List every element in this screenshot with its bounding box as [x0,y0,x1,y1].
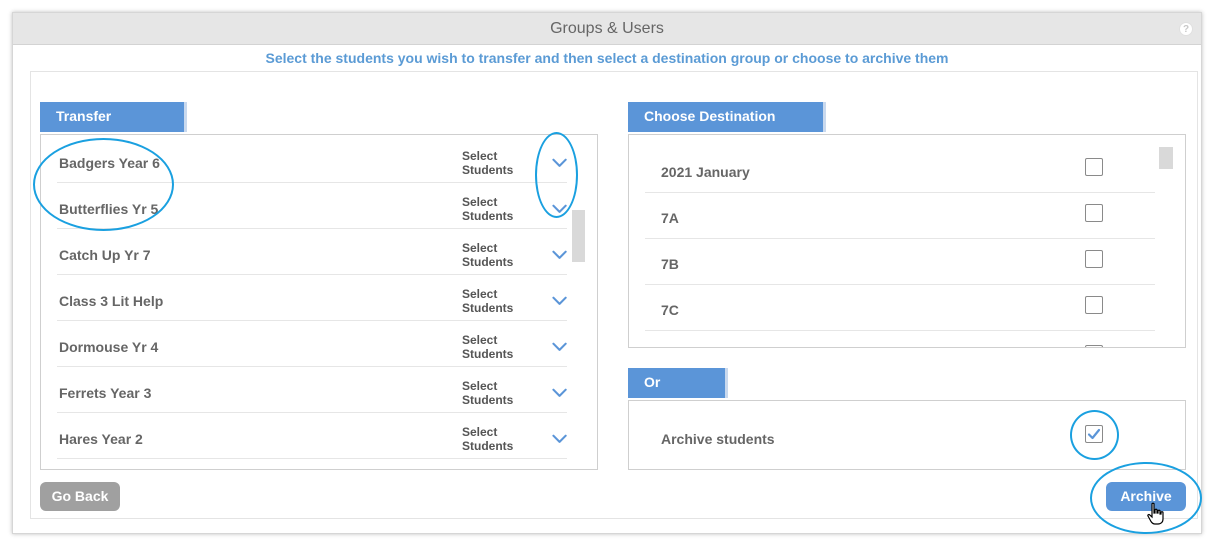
destination-group-checkbox[interactable] [1085,250,1103,268]
help-icon[interactable]: ? [1179,22,1193,36]
select-students-label: Select Students [462,425,514,453]
select-students-button[interactable]: Select Students [462,287,567,315]
window-title: Groups & Users [550,20,664,37]
destination-group-panel: 2021 January 7A 7B 7C [628,134,1186,348]
select-students-button[interactable]: Select Students [462,379,567,407]
destination-group-row: 7A [645,193,1155,239]
destination-group-checkbox[interactable] [1085,204,1103,222]
chevron-down-icon [552,158,567,167]
destination-checkbox-partial[interactable] [1085,345,1103,347]
destination-group-label: 7C [661,302,679,318]
select-students-label: Select Students [462,195,514,223]
chevron-down-icon [552,434,567,443]
destination-group-row: 7B [645,239,1155,285]
destination-group-label: 7A [661,210,679,226]
destination-group-label: 7B [661,256,679,272]
transfer-group-row: Catch Up Yr 7 Select Students [57,229,567,275]
transfer-students-panel: Badgers Year 6 Select Students Butterflies… [40,134,598,470]
transfer-group-label: Catch Up Yr 7 [59,247,151,263]
select-students-label: Select Students [462,149,514,177]
instruction-text: Select the students you wish to transfer… [265,50,949,66]
transfer-group-row: Badgers Year 6 Select Students [57,137,567,183]
transfer-students-header: Transfer Students [40,102,187,152]
transfer-group-label: Ferrets Year 3 [59,385,152,401]
chevron-down-icon [552,388,567,397]
select-students-button[interactable]: Select Students [462,333,567,361]
transfer-group-label: Butterflies Yr 5 [59,201,159,217]
select-students-label: Select Students [462,379,514,407]
transfer-scrollbar[interactable] [572,210,585,262]
destination-group-checkbox[interactable] [1085,296,1103,314]
transfer-group-row: Butterflies Yr 5 Select Students [57,183,567,229]
archive-panel: Archive students [628,400,1186,470]
go-back-button[interactable]: Go Back [40,482,120,511]
destination-group-row: 7C [645,285,1155,331]
hand-cursor-icon [1147,502,1164,525]
select-students-button[interactable]: Select Students [462,149,567,177]
select-students-button[interactable]: Select Students [462,241,567,269]
chevron-down-icon [552,342,567,351]
transfer-group-row: Class 3 Lit Help Select Students [57,275,567,321]
select-students-button[interactable]: Select Students [462,195,567,223]
chevron-down-icon [552,204,567,213]
destination-group-checkbox[interactable] [1085,158,1103,176]
select-students-label: Select Students [462,241,514,269]
destination-group-label: 2021 January [661,164,750,180]
archive-students-label: Archive students [661,431,775,447]
window-titlebar: Groups & Users ? [13,13,1201,45]
chevron-down-icon [552,296,567,305]
transfer-group-label: Badgers Year 6 [59,155,160,171]
select-students-label: Select Students [462,287,514,315]
select-students-button[interactable]: Select Students [462,425,567,453]
select-students-label: Select Students [462,333,514,361]
destination-group-header: Choose Destination Group [628,102,826,152]
transfer-group-row: Ferrets Year 3 Select Students [57,367,567,413]
transfer-group-label: Dormouse Yr 4 [59,339,159,355]
transfer-group-row: Hares Year 2 Select Students [57,413,567,459]
destination-group-row: 2021 January [645,147,1155,193]
archive-students-checkbox[interactable] [1085,425,1103,443]
destination-scrollbar[interactable] [1159,147,1173,169]
transfer-group-row: Dormouse Yr 4 Select Students [57,321,567,367]
checkmark-icon [1087,428,1101,440]
transfer-group-label: Hares Year 2 [59,431,143,447]
chevron-down-icon [552,250,567,259]
transfer-group-label: Class 3 Lit Help [59,293,164,309]
or-archive-header: Or Archive [628,368,728,418]
